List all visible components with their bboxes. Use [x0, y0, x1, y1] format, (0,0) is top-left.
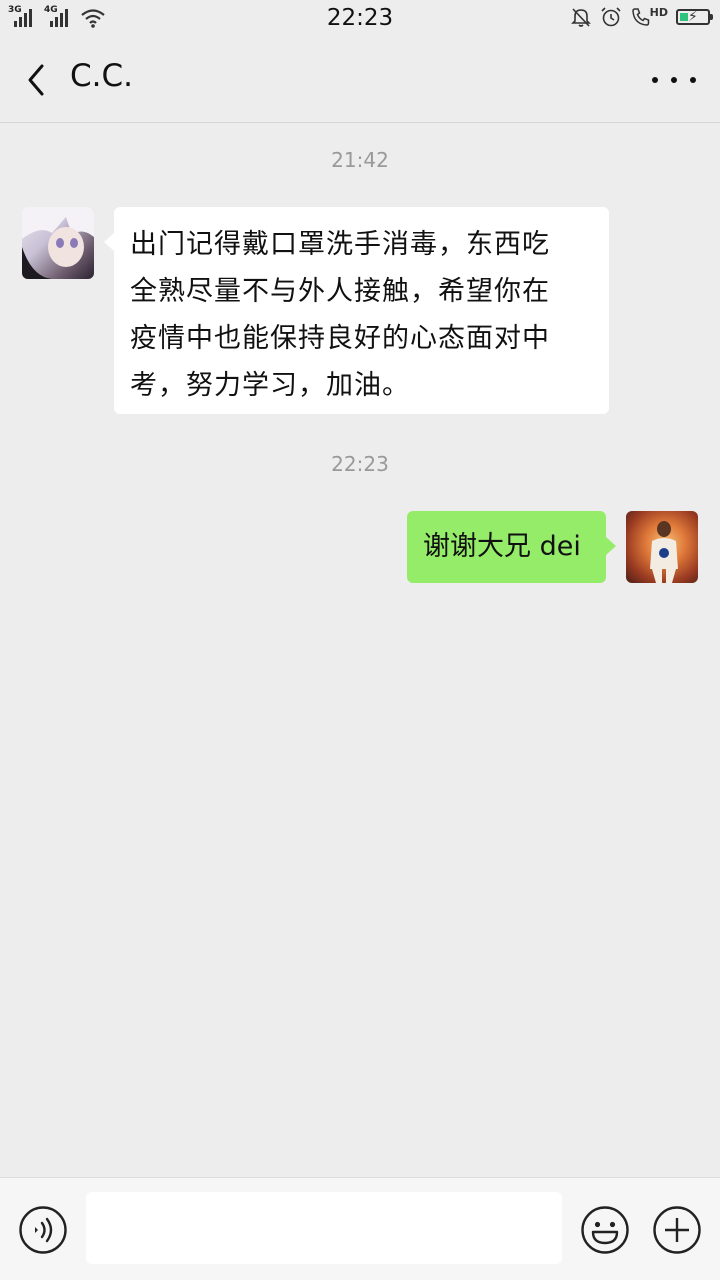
- incoming-message-bubble[interactable]: 出门记得戴口罩洗手消毒，东西吃 全熟尽量不与外人接触，希望你在 疫情中也能保持良…: [104, 207, 609, 414]
- alarm-icon: [601, 7, 621, 27]
- status-bar: 3G 4G 22:23 HD ⚡: [0, 0, 720, 38]
- message-text-line: 疫情中也能保持良好的心态面对中: [130, 323, 550, 354]
- outgoing-message-bubble[interactable]: 谢谢大兄 dei: [407, 511, 616, 583]
- my-avatar[interactable]: [626, 511, 698, 583]
- message-input[interactable]: [86, 1192, 562, 1264]
- chevron-left-icon[interactable]: [18, 58, 58, 102]
- message-text-line: 出门记得戴口罩洗手消毒，东西吃: [130, 229, 550, 260]
- hd-call-icon: HD: [630, 6, 668, 28]
- plus-icon[interactable]: [652, 1205, 702, 1255]
- message-timestamp: 22:23: [331, 452, 389, 476]
- more-dots-icon[interactable]: [652, 66, 696, 94]
- message-text: 谢谢大兄 dei: [423, 531, 581, 562]
- mute-bell-icon: [570, 8, 591, 27]
- chat-title: C.C.: [70, 58, 133, 94]
- message-timestamp: 21:42: [331, 148, 389, 172]
- hd-label: HD: [649, 6, 668, 19]
- emoji-icon[interactable]: [580, 1205, 630, 1255]
- chat-screen: 3G 4G 22:23 HD ⚡ C.C. 21:42 出门记得戴口罩洗手消毒，…: [0, 0, 720, 1280]
- input-bar: [0, 1177, 720, 1280]
- contact-avatar[interactable]: [22, 207, 94, 279]
- message-text-line: 全熟尽量不与外人接触，希望你在: [130, 276, 550, 307]
- battery-charging-icon: ⚡: [676, 9, 713, 25]
- voice-icon[interactable]: [18, 1205, 68, 1255]
- status-right: HD ⚡: [570, 6, 713, 28]
- message-text-line: 考，努力学习，加油。: [130, 370, 410, 401]
- chat-header: C.C.: [0, 38, 720, 123]
